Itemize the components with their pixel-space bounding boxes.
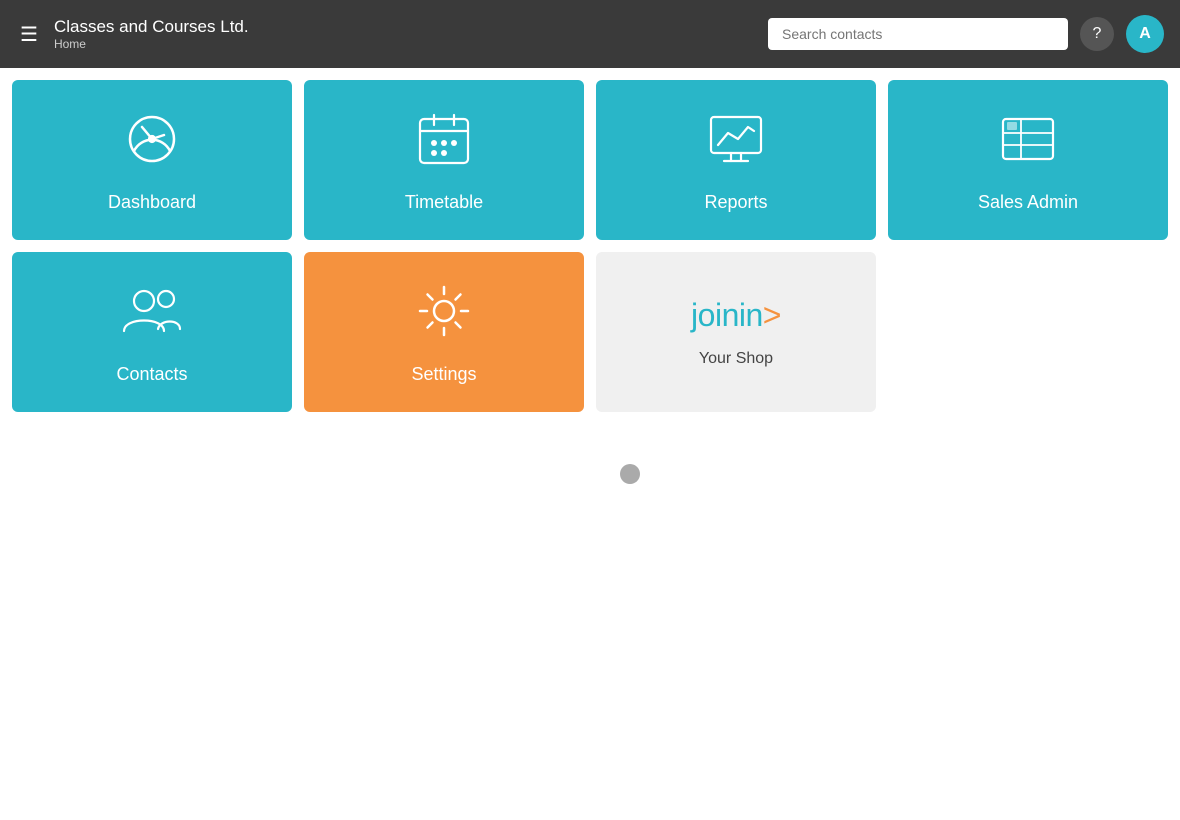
tiles-grid: Dashboard Timetable Reports [0,68,1180,424]
header: ☰ Classes and Courses Ltd. Home ? A [0,0,1180,68]
tile-your-shop[interactable]: joinin> Your Shop [596,252,876,412]
timetable-label: Timetable [405,192,483,213]
sales-admin-icon [996,107,1060,176]
tile-settings[interactable]: Settings [304,252,584,412]
contacts-label: Contacts [116,364,187,385]
sales-admin-label: Sales Admin [978,192,1078,213]
joinin-arrow: > [763,297,781,333]
tile-dashboard[interactable]: Dashboard [12,80,292,240]
reports-label: Reports [704,192,767,213]
avatar-button[interactable]: A [1126,15,1164,53]
settings-label: Settings [411,364,476,385]
reports-icon [704,107,768,176]
header-title-block: Classes and Courses Ltd. Home [54,17,249,51]
dashboard-label: Dashboard [108,192,196,213]
timetable-icon [412,107,476,176]
app-title: Classes and Courses Ltd. [54,17,249,37]
app-subtitle: Home [54,37,249,51]
tile-reports[interactable]: Reports [596,80,876,240]
menu-icon[interactable]: ☰ [16,18,42,51]
contacts-icon [120,279,184,348]
joinin-text: joinin [691,297,763,333]
your-shop-label: Your Shop [699,350,773,368]
search-input[interactable] [768,18,1068,50]
help-button[interactable]: ? [1080,17,1114,51]
tile-sales-admin[interactable]: Sales Admin [888,80,1168,240]
tile-contacts[interactable]: Contacts [12,252,292,412]
loading-area [0,424,1180,524]
dashboard-icon [120,107,184,176]
tile-timetable[interactable]: Timetable [304,80,584,240]
joinin-logo: joinin> [691,297,781,334]
loading-dot [620,464,640,484]
settings-icon [412,279,476,348]
